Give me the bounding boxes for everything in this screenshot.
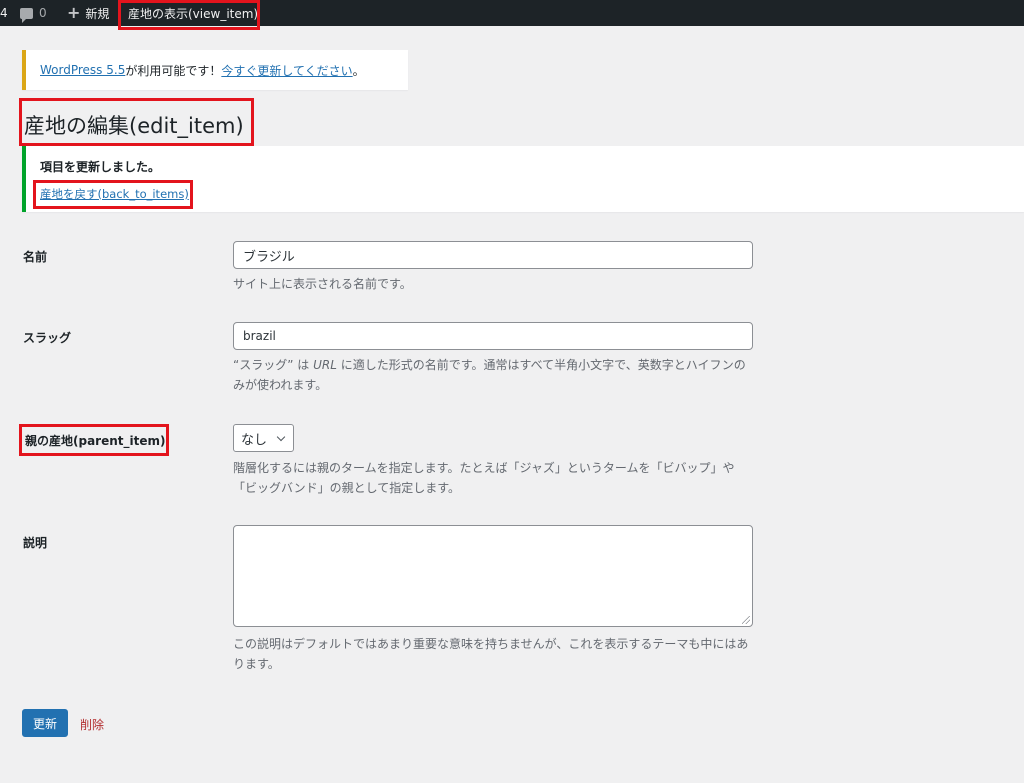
page-title: 産地の編集(edit_item) <box>24 114 244 138</box>
back-to-items-link[interactable]: 産地を戻す(back_to_items) <box>40 186 189 202</box>
comment-icon <box>20 7 33 23</box>
delete-link[interactable]: 削除 <box>80 716 104 733</box>
slug-label: スラッグ <box>23 331 72 345</box>
update-nag-end: 。 <box>352 63 365 78</box>
name-description: サイト上に表示される名前です。 <box>233 277 412 291</box>
parent-description: 階層化するには親のタームを指定します。たとえば「ジャズ」というタームを「ビバップ… <box>233 461 735 495</box>
admin-bar-comments[interactable]: 0 <box>20 0 47 26</box>
admin-bar-view-item[interactable]: 産地の表示(view_item) <box>128 0 258 26</box>
admin-bar: 4 0 + 新規 産地の表示(view_item) <box>0 0 1024 26</box>
admin-bar-edge-item[interactable]: 4 <box>0 0 8 26</box>
admin-bar-new[interactable]: + 新規 <box>67 0 109 26</box>
chevron-down-icon <box>276 432 286 442</box>
slug-description: “スラッグ” は URL に適した形式の名前です。通常はすべて半角小文字で、英数… <box>233 355 753 395</box>
admin-bar-new-label: 新規 <box>85 6 110 21</box>
update-now-link[interactable]: 今すぐ更新してください <box>221 62 352 79</box>
update-nag-text: が利用可能です！ <box>125 63 222 78</box>
notice-message: 項目を更新しました。 <box>40 160 161 174</box>
wordpress-version-link[interactable]: WordPress 5.5 <box>40 63 125 77</box>
plus-icon: + <box>67 3 81 22</box>
description-label: 説明 <box>23 536 48 550</box>
admin-bar-view-item-label: 産地の表示(view_item) <box>128 6 259 21</box>
update-nag: WordPress 5.5 が利用可能です！ 今すぐ更新してください 。 <box>22 50 408 90</box>
comments-count: 0 <box>39 6 47 20</box>
parent-select[interactable]: なし <box>233 424 294 452</box>
slug-description-em: URL <box>313 358 337 372</box>
resize-handle-icon[interactable] <box>742 616 750 624</box>
parent-select-value: なし <box>241 432 268 448</box>
success-notice: 項目を更新しました。 産地を戻す(back_to_items) <box>22 146 1024 212</box>
name-label: 名前 <box>23 250 48 264</box>
name-input[interactable] <box>233 241 753 269</box>
update-button[interactable]: 更新 <box>22 709 68 737</box>
slug-description-pre: “スラッグ” は <box>233 358 314 372</box>
description-textarea[interactable] <box>233 525 753 627</box>
parent-label: 親の産地(parent_item) <box>25 434 166 448</box>
slug-input[interactable] <box>233 322 753 350</box>
admin-bar-edge-text: 4 <box>0 6 8 20</box>
description-help: この説明はデフォルトではあまり重要な意味を持ちませんが、これを表示するテーマも中… <box>233 637 749 671</box>
